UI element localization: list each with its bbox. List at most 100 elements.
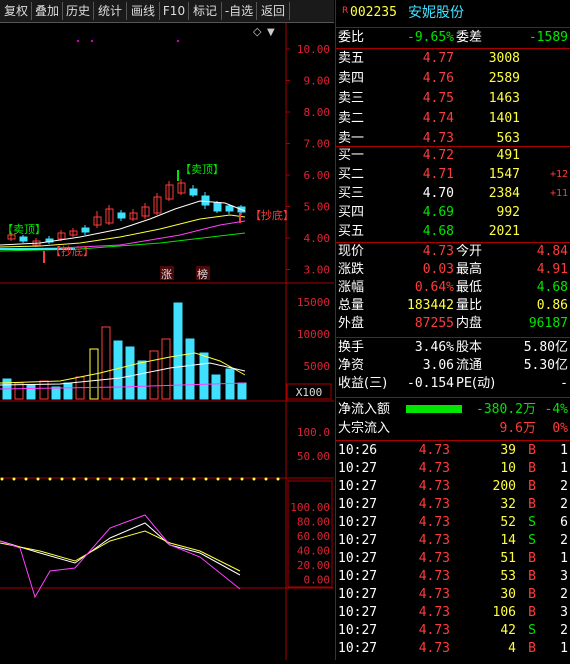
ask-volume: 1463: [488, 91, 520, 106]
quote-row: 现价 4.73 今开 4.84: [336, 243, 570, 261]
sell-top-label-left: 【卖顶】: [2, 223, 46, 236]
bid-volume: 2021: [488, 224, 520, 239]
price-tick-label: 4.00: [304, 232, 331, 245]
big-flow-value: 9.6万: [499, 421, 536, 436]
tick-time: 10:27: [338, 479, 378, 494]
quote-value: 87255: [414, 316, 454, 331]
indicator-dot: [204, 477, 208, 481]
indicator-dot: [180, 477, 184, 481]
tick-row[interactable]: 10:27 4.73 53 B 3: [336, 568, 570, 586]
quote-label: 涨幅: [338, 280, 365, 295]
stock-code: 002235: [350, 5, 397, 20]
ask-price: 4.74: [422, 111, 454, 126]
quote-label: 今开: [456, 244, 483, 259]
kdj-d-line: [0, 530, 241, 572]
tick-volume: 42: [500, 623, 516, 638]
kdj-tick-label: 0.00: [304, 574, 331, 587]
tick-side: B: [528, 461, 536, 476]
tick-side: B: [528, 641, 536, 656]
bid-price: 4.68: [422, 224, 454, 239]
candle-body: [81, 227, 90, 233]
stock-header: R 002235 安妮股份: [336, 4, 570, 22]
indicator-dot: [48, 477, 52, 481]
toolbar-button-5[interactable]: F10: [160, 2, 189, 20]
tick-row[interactable]: 10:27 4.73 51 B 1: [336, 550, 570, 568]
candle-body: [19, 236, 28, 242]
tick-count: 2: [560, 623, 568, 638]
sell-top-label: 【卖顶】: [180, 163, 224, 176]
tick-volume: 53: [500, 569, 516, 584]
ask-row: 卖三 4.75 1463: [336, 90, 570, 108]
fund-value: -: [560, 376, 568, 391]
tick-row[interactable]: 10:27 4.73 10 B 1: [336, 460, 570, 478]
volume-bar: [63, 382, 73, 400]
ask-label: 卖二: [338, 111, 365, 126]
indicator-dot: [168, 477, 172, 481]
toolbar-button-6[interactable]: 标记: [189, 2, 222, 20]
big-flow-label: 大宗流入: [338, 421, 391, 436]
kline-chart[interactable]: 10.00 9.00 8.00 7.00 6.00 5.00 4.00 3.00 15000 10…: [0, 23, 334, 664]
indicator-tick-label: 50.00: [297, 450, 330, 463]
toolbar-button-7[interactable]: -自选: [222, 2, 257, 20]
toolbar-button-4[interactable]: 画线: [127, 2, 160, 20]
tick-row[interactable]: 10:27 4.73 4 B 1: [336, 640, 570, 658]
fund-value: 5.30亿: [523, 358, 568, 373]
bid-row: 买四 4.69 992: [336, 204, 570, 222]
ask-price: 4.75: [422, 91, 454, 106]
price-tick-label: 9.00: [304, 75, 331, 88]
toolbar-button-0[interactable]: 复权: [1, 2, 32, 20]
tick-volume: 14: [500, 533, 516, 548]
tick-row[interactable]: 10:27 4.73 42 S 2: [336, 622, 570, 640]
tick-price: 4.73: [418, 443, 450, 458]
weicha-label: 委差: [456, 30, 483, 45]
tick-side: B: [528, 587, 536, 602]
indicator-dot: [120, 477, 124, 481]
net-flow-pct: -4%: [544, 402, 568, 417]
tick-row[interactable]: 10:27 4.73 30 B 2: [336, 586, 570, 604]
toolbar-button-2[interactable]: 历史: [63, 2, 94, 20]
volume-bar: [149, 350, 159, 400]
price-tick-label: 3.00: [304, 264, 331, 277]
tick-side: B: [528, 569, 536, 584]
ask-volume: 3008: [488, 51, 520, 66]
tick-row[interactable]: 10:27 4.73 106 B 3: [336, 604, 570, 622]
toolbar-button-8[interactable]: 返回: [257, 2, 290, 20]
tick-price: 4.73: [418, 533, 450, 548]
bid-change: +12: [549, 169, 568, 180]
quote-value: 96187: [528, 316, 568, 331]
separator: [336, 337, 570, 338]
bid-price: 4.69: [422, 205, 454, 220]
quote-label: 总量: [338, 298, 365, 313]
indicator-dot: [24, 477, 28, 481]
quote-row: 涨幅 0.64% 最低 4.68: [336, 279, 570, 297]
tick-volume: 10: [500, 461, 516, 476]
tick-count: 1: [560, 461, 568, 476]
tick-row[interactable]: 10:27 4.73 32 B 2: [336, 496, 570, 514]
r-mark: R: [342, 6, 349, 16]
tick-volume: 32: [500, 497, 516, 512]
bid-volume: 992: [496, 205, 520, 220]
tick-row[interactable]: 10:27 4.73 200 B 2: [336, 478, 570, 496]
tick-row[interactable]: 10:26 4.73 39 B 1: [336, 442, 570, 460]
volume-bar: [113, 340, 123, 400]
bid-row: 买二 4.71 1547 +12: [336, 166, 570, 184]
tick-row[interactable]: 10:27 4.73 52 S 6: [336, 514, 570, 532]
indicator-tick-label: 100.0: [297, 426, 330, 439]
toolbar-button-3[interactable]: 统计: [94, 2, 127, 20]
candle-body: [189, 188, 198, 196]
tick-price: 4.73: [418, 587, 450, 602]
price-tick-label: 10.00: [297, 43, 330, 56]
chart-area[interactable]: 10.00 9.00 8.00 7.00 6.00 5.00 4.00 3.00 15000 10…: [0, 23, 334, 664]
indicator-dot: [60, 477, 64, 481]
tick-row[interactable]: 10:27 4.73 14 S 2: [336, 532, 570, 550]
tick-side: B: [528, 605, 536, 620]
separator: [336, 397, 570, 398]
bid-label: 买四: [338, 205, 365, 220]
tick-time: 10:27: [338, 497, 378, 512]
toolbar-button-1[interactable]: 叠加: [32, 2, 63, 20]
quote-label: 内盘: [456, 316, 483, 331]
tick-count: 6: [560, 515, 568, 530]
quote-label: 量比: [456, 298, 483, 313]
tick-price: 4.73: [418, 605, 450, 620]
tick-price: 4.73: [418, 515, 450, 530]
